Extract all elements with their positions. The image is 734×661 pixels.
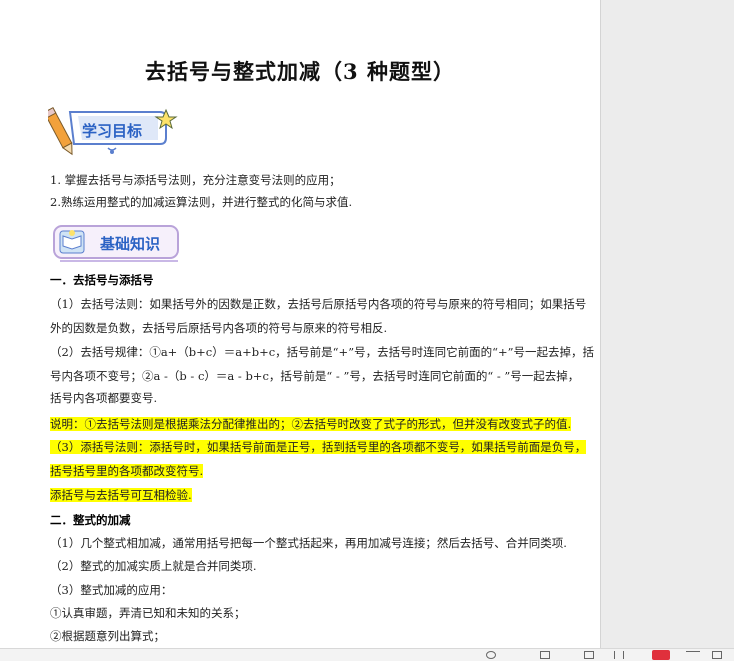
paragraph-line: （1）几个整式相加减，通常用括号把每一个整式括起来，再用加减号连接；然后去括号、… — [50, 536, 567, 550]
basic-knowledge-badge: 基础知识 — [50, 222, 182, 264]
goal-line-1: 1. 掌握去括号与添括号法则，充分注意变号法则的应用； — [50, 173, 341, 187]
document-page: 去括号与整式加减（3 种题型） 学习目标 1. 掌握去括号与添括号法则，充分注意… — [0, 0, 601, 648]
goal-line-2: 2.熟练运用整式的加减运算法则，并进行整式的化简与求值. — [50, 195, 353, 209]
web-view-icon[interactable] — [584, 651, 594, 659]
paragraph-line: （1）去括号法则：如果括号外的因数是正数，去括号后原括号内各项的符号与原来的符号… — [50, 297, 587, 311]
app-badge-icon[interactable] — [652, 650, 670, 660]
section-heading-2: 二．整式的加减 — [50, 513, 131, 527]
section-heading-1: 一．去括号与添括号 — [50, 273, 154, 287]
page-view-icon[interactable] — [540, 651, 550, 659]
paragraph-line: 号内各项不变号；②a -（b - c）＝a - b+c，括号前是“ - ”号，去… — [50, 369, 580, 383]
paragraph-line: ②根据题意列出算式； — [50, 629, 165, 643]
highlighted-rule: 括号括号里的各项都改变符号. — [50, 464, 204, 478]
paragraph-line: （2）整式的加减实质上就是合并同类项. — [50, 559, 257, 573]
basic-knowledge-label: 基础知识 — [100, 235, 161, 253]
learning-goals-label: 学习目标 — [82, 122, 143, 140]
zoom-out-icon[interactable] — [686, 651, 700, 659]
paragraph-line: （2）去括号规律：①a+（b+c）＝a+b+c，括号前是“+”号，去括号时连同它… — [50, 345, 594, 359]
two-page-view-icon[interactable] — [614, 651, 624, 659]
paragraph-line: （3）整式加减的应用： — [50, 583, 173, 597]
highlighted-note: 说明：①去括号法则是根据乘法分配律推出的；②去括号时改变了式子的形式，但并没有改… — [50, 417, 572, 431]
paragraph-line: ①认真审题，弄清已知和未知的关系； — [50, 606, 246, 620]
zoom-in-icon[interactable] — [712, 651, 722, 659]
paragraph-line: 括号内各项都要变号. — [50, 391, 158, 405]
paragraph-line: 外的因数是负数，去括号后原括号内各项的符号与原来的符号相反. — [50, 321, 388, 335]
document-title: 去括号与整式加减（3 种题型） — [145, 59, 455, 84]
zoom-icon[interactable] — [486, 651, 496, 659]
status-bar — [0, 648, 734, 661]
highlighted-note: 添括号与去括号可互相检验. — [50, 488, 192, 502]
learning-goals-badge: 学习目标 — [43, 98, 178, 160]
highlighted-rule: （3）添括号法则：添括号时，如果括号前面是正号，括到括号里的各项都不变号，如果括… — [50, 440, 587, 454]
